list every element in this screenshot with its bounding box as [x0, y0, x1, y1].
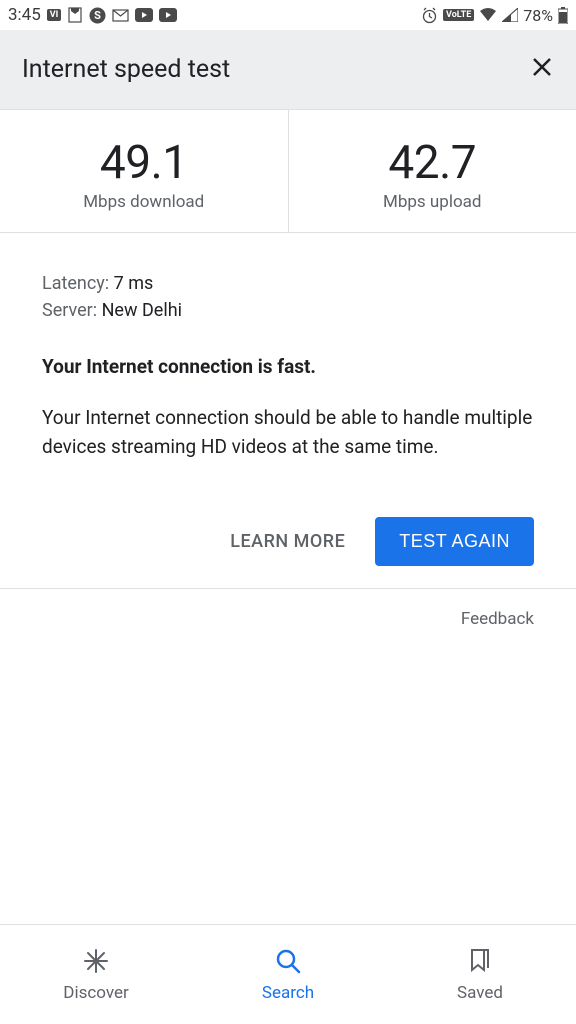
alarm-icon: [421, 7, 438, 24]
summary-title: Your Internet connection is fast.: [42, 355, 534, 378]
status-bar: 3:45 VI S VoLTE 78%: [0, 0, 576, 30]
latency-value: 7 ms: [114, 273, 154, 294]
gmail-icon: [112, 7, 129, 24]
page-title: Internet speed test: [22, 55, 230, 84]
status-time: 3:45: [8, 5, 41, 25]
server-line: Server: New Delhi: [42, 300, 534, 321]
saved-icon: [466, 947, 494, 975]
youtube-icon-1: [135, 8, 153, 22]
skype-icon: S: [89, 7, 106, 24]
battery-percent: 78%: [523, 6, 553, 25]
nav-search-label: Search: [262, 983, 314, 1003]
wifi-icon: [479, 8, 497, 22]
nav-search[interactable]: Search: [192, 925, 384, 1024]
server-value: New Delhi: [102, 300, 182, 321]
details-section: Latency: 7 ms Server: New Delhi Your Int…: [0, 233, 576, 489]
upload-value: 42.7: [299, 136, 567, 190]
battery-icon: [558, 7, 568, 24]
nav-discover[interactable]: Discover: [0, 925, 192, 1024]
app-icon-2: [67, 7, 83, 23]
summary-desc: Your Internet connection should be able …: [42, 404, 534, 461]
svg-text:S: S: [94, 9, 101, 22]
discover-icon: [82, 947, 110, 975]
search-icon: [274, 947, 302, 975]
test-again-button[interactable]: TEST AGAIN: [375, 517, 534, 566]
nav-discover-label: Discover: [63, 983, 128, 1003]
learn-more-button[interactable]: LEARN MORE: [230, 531, 345, 552]
download-value: 49.1: [10, 136, 278, 190]
bottom-nav: Discover Search Saved: [0, 924, 576, 1024]
upload-label: Mbps upload: [299, 192, 567, 212]
server-label: Server:: [42, 300, 97, 321]
signal-icon: [502, 8, 518, 22]
app-icon-1: VI: [47, 9, 62, 21]
feedback-link[interactable]: Feedback: [0, 589, 576, 649]
download-label: Mbps download: [10, 192, 278, 212]
volte-icon: VoLTE: [443, 9, 474, 21]
latency-line: Latency: 7 ms: [42, 273, 534, 294]
download-cell: 49.1 Mbps download: [0, 110, 289, 232]
action-row: LEARN MORE TEST AGAIN: [0, 489, 576, 588]
youtube-icon-2: [159, 8, 177, 22]
speed-results: 49.1 Mbps download 42.7 Mbps upload: [0, 110, 576, 233]
nav-saved-label: Saved: [457, 983, 503, 1003]
nav-saved[interactable]: Saved: [384, 925, 576, 1024]
upload-cell: 42.7 Mbps upload: [289, 110, 576, 232]
header: Internet speed test: [0, 30, 576, 110]
latency-label: Latency:: [42, 273, 109, 294]
close-icon[interactable]: [530, 55, 554, 84]
